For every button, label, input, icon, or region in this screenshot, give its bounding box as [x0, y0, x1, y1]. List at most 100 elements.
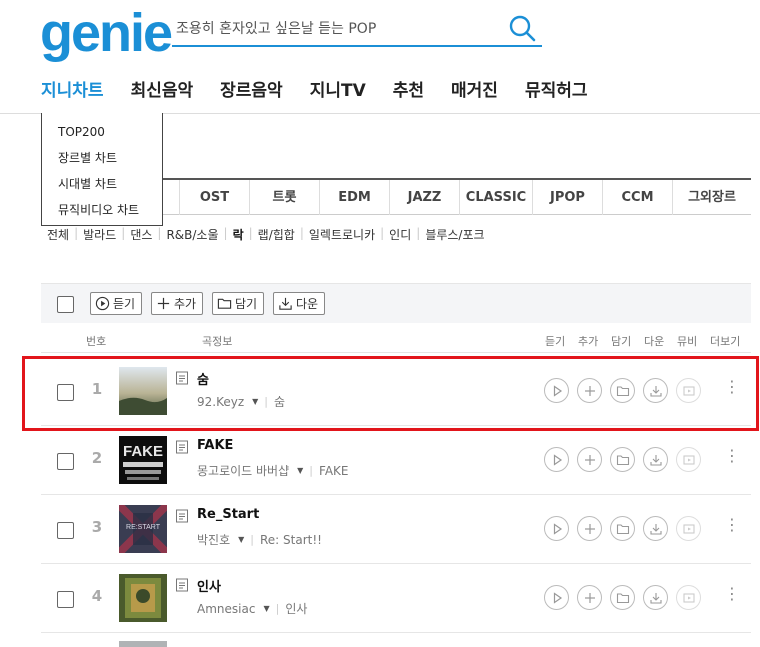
subgenre-rock[interactable]: 락: [233, 226, 244, 243]
dropdown-item-genre-chart[interactable]: 장르별 차트: [42, 149, 162, 175]
download-button[interactable]: [643, 378, 668, 403]
play-button[interactable]: [544, 516, 569, 541]
dropdown-item-era-chart[interactable]: 시대별 차트: [42, 175, 162, 201]
artist-link[interactable]: 몽고로이드 바버샵: [197, 462, 289, 479]
artist-link[interactable]: 박진호: [197, 531, 230, 548]
search-icon[interactable]: [508, 14, 536, 42]
select-all-checkbox[interactable]: [57, 296, 74, 313]
artist-dropdown-icon[interactable]: ▼: [263, 604, 269, 613]
artist-dropdown-icon[interactable]: ▼: [252, 397, 258, 406]
album-cover[interactable]: RE:START: [119, 505, 167, 553]
subgenre-dance[interactable]: 댄스: [130, 226, 152, 243]
lyrics-icon[interactable]: [175, 371, 189, 385]
more-options-icon[interactable]: ⋮: [724, 379, 740, 395]
genre-tab-etc[interactable]: 그외장르: [672, 180, 751, 215]
album-link[interactable]: 인사: [285, 600, 307, 617]
nav-genie-chart[interactable]: 지니차트: [41, 76, 104, 101]
album-cover[interactable]: [119, 574, 167, 622]
genre-tab-trot[interactable]: 트롯: [249, 180, 319, 215]
album-link[interactable]: 숨: [274, 393, 285, 410]
video-icon: [682, 385, 695, 396]
more-options-icon[interactable]: ⋮: [724, 517, 740, 533]
col-mv: 뮤비: [677, 335, 698, 348]
album-link[interactable]: FAKE: [319, 464, 348, 478]
mv-button: [676, 585, 701, 610]
play-icon: [553, 522, 562, 535]
song-title[interactable]: Re_Start: [197, 507, 259, 522]
genre-tab-classic[interactable]: CLASSIC: [459, 180, 532, 215]
separator: |: [223, 226, 228, 240]
dropdown-item-top200[interactable]: TOP200: [42, 123, 162, 149]
download-button[interactable]: [643, 447, 668, 472]
song-checkbox[interactable]: [57, 591, 74, 608]
search-input[interactable]: [172, 12, 492, 44]
download-icon: [649, 592, 662, 604]
genie-logo[interactable]: genie: [40, 6, 173, 60]
play-button[interactable]: [544, 585, 569, 610]
play-button[interactable]: [544, 378, 569, 403]
nav-genie-tv[interactable]: 지니TV: [310, 76, 366, 101]
save-button[interactable]: [610, 447, 635, 472]
mv-button: [676, 378, 701, 403]
listen-selected-button[interactable]: 듣기: [90, 292, 143, 315]
artist-link[interactable]: Amnesiac: [197, 602, 255, 616]
play-icon: [553, 453, 562, 466]
song-checkbox[interactable]: [57, 453, 74, 470]
subgenre-blues-folk[interactable]: 블루스/포크: [425, 226, 484, 243]
lyrics-icon[interactable]: [175, 578, 189, 592]
play-button[interactable]: [544, 447, 569, 472]
subgenre-indie[interactable]: 인디: [389, 226, 411, 243]
artist-dropdown-icon[interactable]: ▼: [297, 466, 303, 475]
download-button[interactable]: [643, 516, 668, 541]
video-icon: [682, 592, 695, 603]
add-button[interactable]: [577, 585, 602, 610]
song-title[interactable]: 인사: [197, 576, 221, 595]
lyrics-icon[interactable]: [175, 509, 189, 523]
song-title[interactable]: 숨: [197, 369, 209, 388]
album-cover[interactable]: FAKE: [119, 436, 167, 484]
folder-icon: [616, 592, 629, 603]
subgenre-electronica[interactable]: 일렉트로니카: [309, 226, 375, 243]
genre-tab-edm[interactable]: EDM: [319, 180, 389, 215]
nav-new-music[interactable]: 최신음악: [131, 76, 194, 101]
add-selected-button[interactable]: 추가: [151, 292, 204, 315]
nav-magazine[interactable]: 매거진: [451, 76, 498, 101]
nav-genre-music[interactable]: 장르음악: [220, 76, 283, 101]
song-meta: Amnesiac ▼ | 인사: [197, 600, 307, 617]
song-checkbox[interactable]: [57, 384, 74, 401]
plus-icon: [157, 297, 170, 310]
subgenre-rnb[interactable]: R&B/소울: [166, 226, 218, 243]
lyrics-icon[interactable]: [175, 440, 189, 454]
save-button[interactable]: [610, 585, 635, 610]
col-info: 곡정보: [202, 335, 233, 348]
song-actions: [544, 585, 701, 610]
song-actions: [544, 516, 701, 541]
album-link[interactable]: Re: Start!!: [260, 533, 322, 547]
genre-tab-jazz[interactable]: JAZZ: [389, 180, 459, 215]
save-button[interactable]: [610, 378, 635, 403]
download-selected-button[interactable]: 다운: [273, 292, 326, 315]
genre-tab-ost[interactable]: OST: [179, 180, 249, 215]
nav-music-hug[interactable]: 뮤직허그: [525, 76, 588, 101]
dropdown-item-mv-chart[interactable]: 뮤직비디오 차트: [42, 201, 162, 227]
add-button[interactable]: [577, 447, 602, 472]
more-options-icon[interactable]: ⋮: [724, 448, 740, 464]
add-button[interactable]: [577, 516, 602, 541]
save-button[interactable]: [610, 516, 635, 541]
genre-tab-jpop[interactable]: JPOP: [532, 180, 602, 215]
artist-dropdown-icon[interactable]: ▼: [238, 535, 244, 544]
save-selected-button[interactable]: 담기: [212, 292, 265, 315]
subgenre-ballad[interactable]: 발라드: [83, 226, 116, 243]
genre-tab-ccm[interactable]: CCM: [602, 180, 672, 215]
song-checkbox[interactable]: [57, 522, 74, 539]
more-options-icon[interactable]: ⋮: [724, 586, 740, 602]
artist-link[interactable]: 92.Keyz: [197, 395, 244, 409]
add-button[interactable]: [577, 378, 602, 403]
subgenre-all[interactable]: 전체: [47, 226, 69, 243]
separator: |: [157, 226, 162, 240]
nav-recommend[interactable]: 추천: [393, 76, 424, 101]
song-title[interactable]: FAKE: [197, 438, 233, 453]
download-button[interactable]: [643, 585, 668, 610]
album-cover[interactable]: [119, 367, 167, 415]
subgenre-hiphop[interactable]: 랩/힙합: [258, 226, 295, 243]
